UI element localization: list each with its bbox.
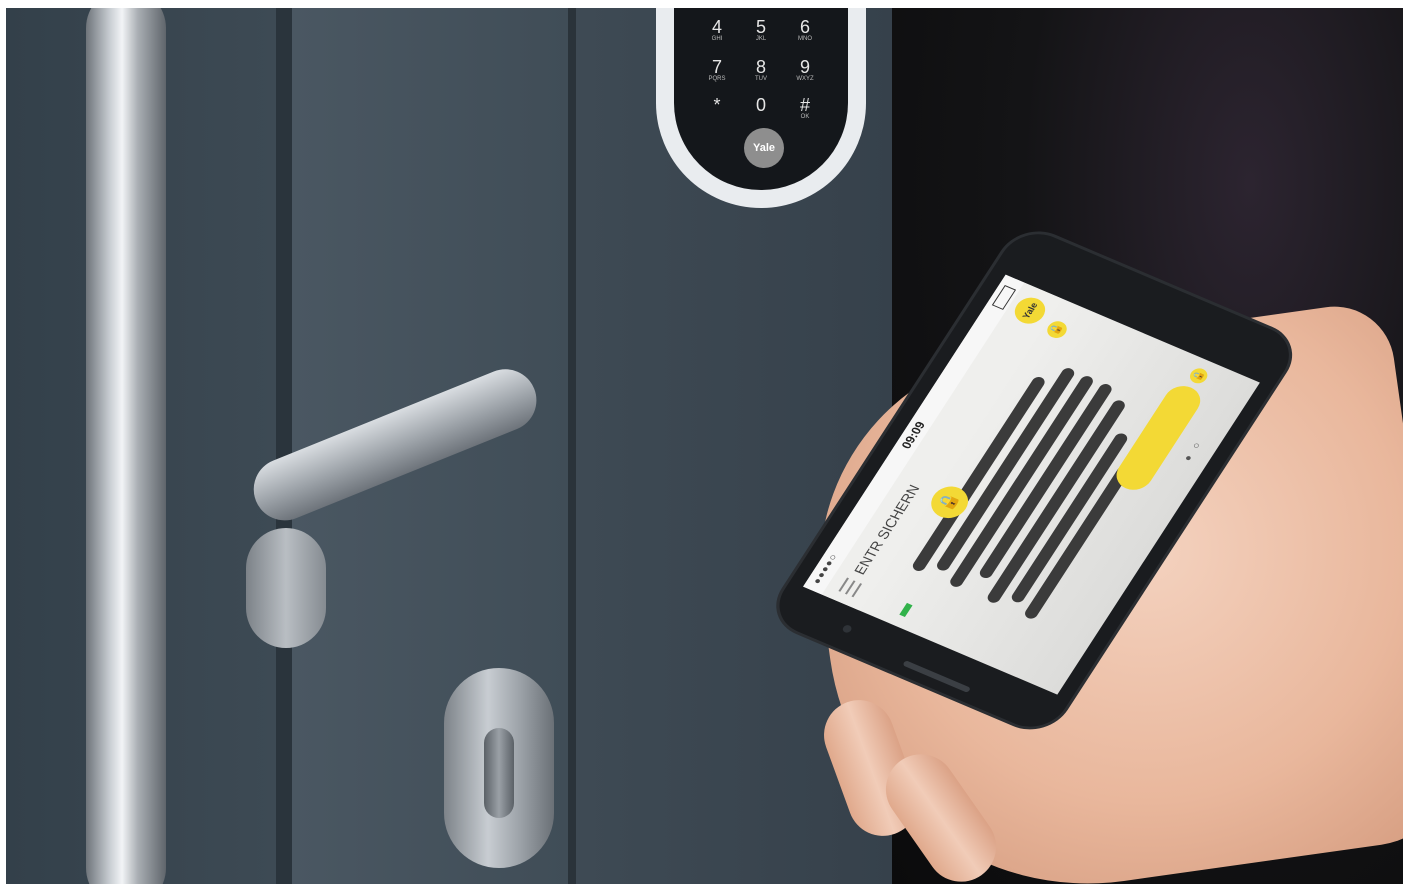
key-4: 4 GHI	[711, 17, 723, 42]
key-7: 7 PQRS	[708, 57, 726, 82]
key-8: 8 TUV	[755, 57, 767, 82]
app-yale-logo: Yale	[1009, 293, 1051, 328]
battery-status-indicator	[899, 602, 913, 618]
unlock-lock-icon: 🔒	[1186, 365, 1211, 386]
key-0: 0	[755, 95, 766, 115]
lever-rose	[246, 528, 326, 648]
key-5: 5 JKL	[755, 17, 767, 42]
key-hash: # OK	[799, 95, 810, 120]
lock-cylinder	[484, 728, 514, 818]
lock-icon: 🔒	[1043, 318, 1071, 341]
phone-camera	[841, 623, 854, 634]
keypad-face: 4 GHI 5 JKL 6 MNO 7 PQRS 8 TUV 9 WXYZ * 0 # OK …	[674, 8, 848, 190]
door-panel-groove	[276, 8, 292, 884]
door-pull-bar	[86, 8, 166, 884]
photo-scene: 4 GHI 5 JKL 6 MNO 7 PQRS 8 TUV 9 WXYZ * 0 # OK …	[6, 8, 1403, 884]
key-star: *	[713, 95, 721, 115]
keypad-yale-logo: Yale	[744, 128, 784, 168]
menu-icon[interactable]	[838, 577, 863, 598]
key-6: 6 MNO	[798, 17, 812, 42]
door-panel-groove	[568, 8, 576, 884]
key-9: 9 WXYZ	[796, 57, 814, 82]
